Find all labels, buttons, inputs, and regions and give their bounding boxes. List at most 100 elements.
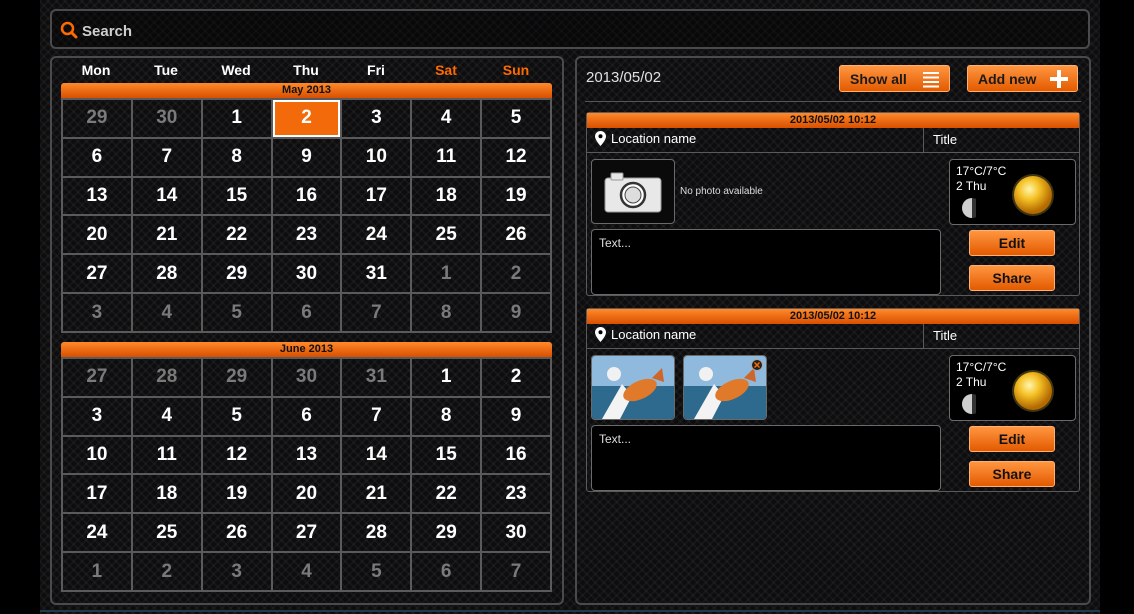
calendar-day[interactable]: 28 (131, 358, 202, 397)
photo-placeholder[interactable] (591, 159, 675, 224)
calendar-day[interactable]: 5 (201, 396, 272, 436)
calendar-day[interactable]: 22 (411, 474, 482, 514)
calendar-day[interactable]: 4 (271, 552, 342, 591)
close-icon[interactable] (751, 359, 763, 371)
calendar-day[interactable]: 7 (131, 137, 202, 177)
calendar-day[interactable]: 28 (341, 513, 412, 553)
calendar-day[interactable]: 12 (481, 137, 551, 177)
calendar-day[interactable]: 9 (481, 293, 551, 332)
search-input[interactable] (80, 17, 984, 45)
calendar-day[interactable]: 30 (131, 99, 202, 138)
calendar-day[interactable]: 15 (411, 435, 482, 475)
calendar-day[interactable]: 6 (62, 137, 132, 177)
calendar-day[interactable]: 27 (62, 254, 132, 294)
calendar-day[interactable]: 21 (131, 215, 202, 255)
calendar-day[interactable]: 2 (481, 254, 551, 294)
search-icon[interactable] (60, 21, 78, 39)
calendar-day[interactable]: 27 (62, 358, 132, 397)
calendar-day[interactable]: 30 (271, 358, 342, 397)
calendar-day[interactable]: 13 (271, 435, 342, 475)
calendar-day[interactable]: 22 (201, 215, 272, 255)
calendar-day[interactable]: 3 (341, 99, 412, 138)
calendar-day[interactable]: 5 (201, 293, 272, 332)
calendar-day[interactable]: 10 (62, 435, 132, 475)
photo-thumbnail[interactable] (683, 355, 767, 420)
calendar-day[interactable]: 19 (201, 474, 272, 514)
calendar-day[interactable]: 10 (341, 137, 412, 177)
calendar-day[interactable]: 23 (481, 474, 551, 514)
calendar-day[interactable]: 19 (481, 176, 551, 216)
calendar-day[interactable]: 21 (341, 474, 412, 514)
calendar-day[interactable]: 2 (131, 552, 202, 591)
calendar-day[interactable]: 17 (341, 176, 412, 216)
calendar-day[interactable]: 14 (131, 176, 202, 216)
calendar-day[interactable]: 3 (62, 396, 132, 436)
calendar-day[interactable]: 1 (201, 99, 272, 138)
calendar-day[interactable]: 16 (481, 435, 551, 475)
calendar-day[interactable]: 6 (271, 396, 342, 436)
calendar-day[interactable]: 26 (481, 215, 551, 255)
calendar-day[interactable]: 8 (201, 137, 272, 177)
calendar-day[interactable]: 15 (201, 176, 272, 216)
entry-text-field[interactable]: Text... (591, 229, 941, 295)
calendar-day[interactable]: 28 (131, 254, 202, 294)
calendar-day[interactable]: 13 (62, 176, 132, 216)
photo-thumbnail[interactable] (591, 355, 675, 420)
calendar-day[interactable]: 20 (62, 215, 132, 255)
search-bar[interactable] (50, 9, 1090, 49)
calendar-day[interactable]: 14 (341, 435, 412, 475)
entry-title[interactable]: Title (923, 128, 1081, 152)
entry-location[interactable]: Location name (595, 131, 696, 146)
calendar-day[interactable]: 25 (411, 215, 482, 255)
calendar-day[interactable]: 29 (201, 358, 272, 397)
calendar-day[interactable]: 30 (271, 254, 342, 294)
calendar-day[interactable]: 25 (131, 513, 202, 553)
calendar-day[interactable]: 29 (411, 513, 482, 553)
entry-location[interactable]: Location name (595, 327, 696, 342)
calendar-day[interactable]: 1 (411, 358, 482, 397)
calendar-day[interactable]: 29 (201, 254, 272, 294)
calendar-day[interactable]: 30 (481, 513, 551, 553)
calendar-day[interactable]: 8 (411, 396, 482, 436)
calendar-day-selected[interactable]: 2 (271, 99, 342, 138)
calendar-day[interactable]: 5 (341, 552, 412, 591)
calendar-day[interactable]: 3 (201, 552, 272, 591)
calendar-day[interactable]: 7 (341, 293, 412, 332)
calendar-day[interactable]: 17 (62, 474, 132, 514)
calendar-day[interactable]: 31 (341, 254, 412, 294)
calendar-day[interactable]: 4 (131, 293, 202, 332)
calendar-day[interactable]: 11 (131, 435, 202, 475)
add-new-button[interactable]: Add new (967, 65, 1078, 92)
calendar-day[interactable]: 4 (411, 99, 482, 138)
share-button[interactable]: Share (969, 461, 1055, 487)
calendar-day[interactable]: 9 (271, 137, 342, 177)
calendar-day[interactable]: 27 (271, 513, 342, 553)
calendar-day[interactable]: 8 (411, 293, 482, 332)
edit-button[interactable]: Edit (969, 426, 1055, 452)
calendar-day[interactable]: 1 (62, 552, 132, 591)
calendar-day[interactable]: 16 (271, 176, 342, 216)
calendar-day[interactable]: 24 (62, 513, 132, 553)
calendar-day[interactable]: 7 (481, 552, 551, 591)
calendar-day[interactable]: 3 (62, 293, 132, 332)
calendar-day[interactable]: 7 (341, 396, 412, 436)
calendar-day[interactable]: 5 (481, 99, 551, 138)
calendar-day[interactable]: 6 (271, 293, 342, 332)
entry-title[interactable]: Title (923, 324, 1081, 348)
calendar-day[interactable]: 23 (271, 215, 342, 255)
share-button[interactable]: Share (969, 265, 1055, 291)
calendar-day[interactable]: 20 (271, 474, 342, 514)
calendar-day[interactable]: 9 (481, 396, 551, 436)
calendar-day[interactable]: 1 (411, 254, 482, 294)
log-entry[interactable]: 2013/05/02 10:12 Location name Title No … (586, 112, 1080, 296)
entry-text-field[interactable]: Text... (591, 425, 941, 491)
log-entry[interactable]: 2013/05/02 10:12 Location name Title Tex… (586, 308, 1080, 492)
calendar-day[interactable]: 11 (411, 137, 482, 177)
calendar-day[interactable]: 12 (201, 435, 272, 475)
calendar-day[interactable]: 24 (341, 215, 412, 255)
calendar-day[interactable]: 26 (201, 513, 272, 553)
calendar-day[interactable]: 4 (131, 396, 202, 436)
show-all-button[interactable]: Show all (839, 65, 950, 92)
calendar-day[interactable]: 18 (411, 176, 482, 216)
calendar-day[interactable]: 6 (411, 552, 482, 591)
